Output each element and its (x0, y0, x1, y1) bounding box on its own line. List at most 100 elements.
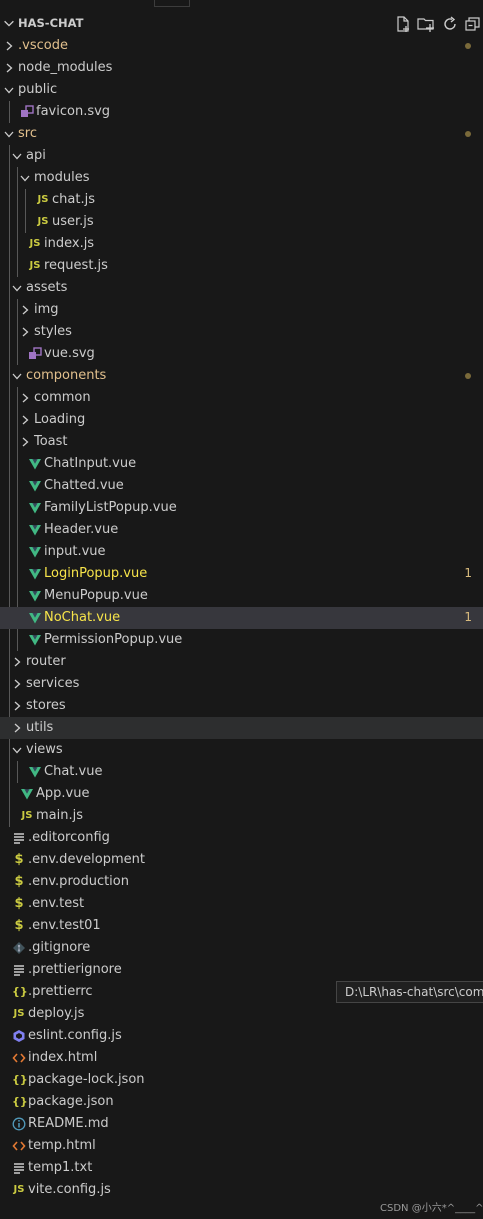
tree-file[interactable]: App.vue (0, 783, 483, 805)
tree-file[interactable]: Header.vue (0, 519, 483, 541)
chevron-right-icon[interactable] (18, 391, 32, 405)
file-label: .env.test01 (28, 918, 101, 933)
js-file-icon: JS (13, 1008, 25, 1019)
tree-file[interactable]: JS request.js (0, 255, 483, 277)
tree-folder[interactable]: assets (0, 277, 483, 299)
tree-folder[interactable]: components (0, 365, 483, 387)
tree-file[interactable]: MenuPopup.vue (0, 585, 483, 607)
folder-label: src (18, 126, 37, 141)
chevron-right-icon[interactable] (18, 303, 32, 317)
chevron-right-icon[interactable] (10, 699, 24, 713)
vue-file-icon (28, 765, 42, 779)
chevron-right-icon[interactable] (10, 721, 24, 735)
file-label: request.js (44, 258, 108, 273)
vue-file-icon (28, 611, 42, 625)
tree-file[interactable]: JS deploy.js (0, 1003, 483, 1025)
tree-folder[interactable]: modules (0, 167, 483, 189)
tree-file[interactable]: JS vite.config.js (0, 1179, 483, 1201)
chevron-down-icon[interactable] (10, 149, 24, 163)
chevron-right-icon[interactable] (2, 61, 16, 75)
tree-folder[interactable]: common (0, 387, 483, 409)
chevron-right-icon[interactable] (18, 325, 32, 339)
tree-file[interactable]: FamilyListPopup.vue (0, 497, 483, 519)
tree-folder[interactable]: views (0, 739, 483, 761)
active-tab-edge (154, 0, 190, 7)
chevron-down-icon[interactable] (10, 743, 24, 757)
tree-file[interactable]: JS main.js (0, 805, 483, 827)
file-label: ChatInput.vue (44, 456, 137, 471)
tree-file[interactable]: input.vue (0, 541, 483, 563)
env-file-icon: $ (14, 896, 24, 911)
tree-folder[interactable]: src (0, 123, 483, 145)
tree-file[interactable]: PermissionPopup.vue (0, 629, 483, 651)
vue-file-icon (28, 633, 42, 647)
vue-file-icon (20, 787, 34, 801)
tree-file[interactable]: JS chat.js (0, 189, 483, 211)
tree-file[interactable]: temp1.txt (0, 1157, 483, 1179)
tree-file[interactable]: JS user.js (0, 211, 483, 233)
tree-file[interactable]: ChatInput.vue (0, 453, 483, 475)
tree-file[interactable]: Chat.vue (0, 761, 483, 783)
tree-file[interactable]: $ .env.development (0, 849, 483, 871)
chevron-right-icon[interactable] (18, 435, 32, 449)
tree-folder[interactable]: services (0, 673, 483, 695)
modified-dot-icon (465, 131, 471, 137)
tree-folder[interactable]: public (0, 79, 483, 101)
file-label: NoChat.vue (44, 610, 121, 625)
tree-file[interactable]: Chatted.vue (0, 475, 483, 497)
tree-file[interactable]: NoChat.vue 1 (0, 607, 483, 629)
tree-folder[interactable]: .vscode (0, 35, 483, 57)
tree-folder[interactable]: Toast (0, 431, 483, 453)
tree-file[interactable]: README.md (0, 1113, 483, 1135)
tree-file[interactable]: LoginPopup.vue 1 (0, 563, 483, 585)
chevron-down-icon[interactable] (2, 83, 16, 97)
collapse-all-icon[interactable] (464, 15, 482, 33)
file-label: favicon.svg (36, 104, 111, 119)
tree-file[interactable]: temp.html (0, 1135, 483, 1157)
folder-label: assets (26, 280, 68, 295)
file-label: deploy.js (28, 1006, 85, 1021)
chevron-down-icon[interactable] (10, 369, 24, 383)
folder-label: services (26, 676, 80, 691)
tree-file[interactable]: {} package-lock.json (0, 1069, 483, 1091)
tree-file[interactable]: $ .env.test01 (0, 915, 483, 937)
new-folder-icon[interactable] (417, 15, 435, 33)
tree-folder[interactable]: img (0, 299, 483, 321)
tree-file[interactable]: vue.svg (0, 343, 483, 365)
file-label: main.js (36, 808, 83, 823)
folder-label: common (34, 390, 91, 405)
refresh-icon[interactable] (441, 15, 459, 33)
chevron-down-icon[interactable] (18, 171, 32, 185)
vue-file-icon (28, 545, 42, 559)
tree-folder[interactable]: utils (0, 717, 483, 739)
tree-folder[interactable]: api (0, 145, 483, 167)
chevron-right-icon[interactable] (10, 655, 24, 669)
tree-file[interactable]: $ .env.production (0, 871, 483, 893)
tree-folder[interactable]: router (0, 651, 483, 673)
tree-folder[interactable]: Loading (0, 409, 483, 431)
tree-file[interactable]: eslint.config.js (0, 1025, 483, 1047)
tooltip-text: D:\LR\has-chat\src\compo (345, 985, 483, 999)
chevron-down-icon[interactable] (2, 127, 16, 141)
tree-file[interactable]: index.html (0, 1047, 483, 1069)
tree-file[interactable]: .gitignore (0, 937, 483, 959)
chevron-right-icon[interactable] (2, 39, 16, 53)
tree-folder[interactable]: node_modules (0, 57, 483, 79)
tree-file[interactable]: JS index.js (0, 233, 483, 255)
chevron-right-icon[interactable] (10, 677, 24, 691)
tree-file[interactable]: $ .env.test (0, 893, 483, 915)
chevron-right-icon[interactable] (18, 413, 32, 427)
tree-file[interactable]: .editorconfig (0, 827, 483, 849)
tree-folder[interactable]: styles (0, 321, 483, 343)
tree-folder[interactable]: stores (0, 695, 483, 717)
tree-file[interactable]: favicon.svg (0, 101, 483, 123)
tree-file[interactable]: {} package.json (0, 1091, 483, 1113)
chevron-down-icon[interactable] (10, 281, 24, 295)
file-label: input.vue (44, 544, 106, 559)
chevron-down-icon[interactable] (2, 16, 16, 30)
tree-file[interactable]: .prettierignore (0, 959, 483, 981)
new-file-icon[interactable] (394, 15, 412, 33)
file-label: .prettierignore (28, 962, 122, 977)
explorer-header[interactable]: HAS-CHAT (0, 13, 483, 35)
folder-label: Toast (34, 434, 68, 449)
